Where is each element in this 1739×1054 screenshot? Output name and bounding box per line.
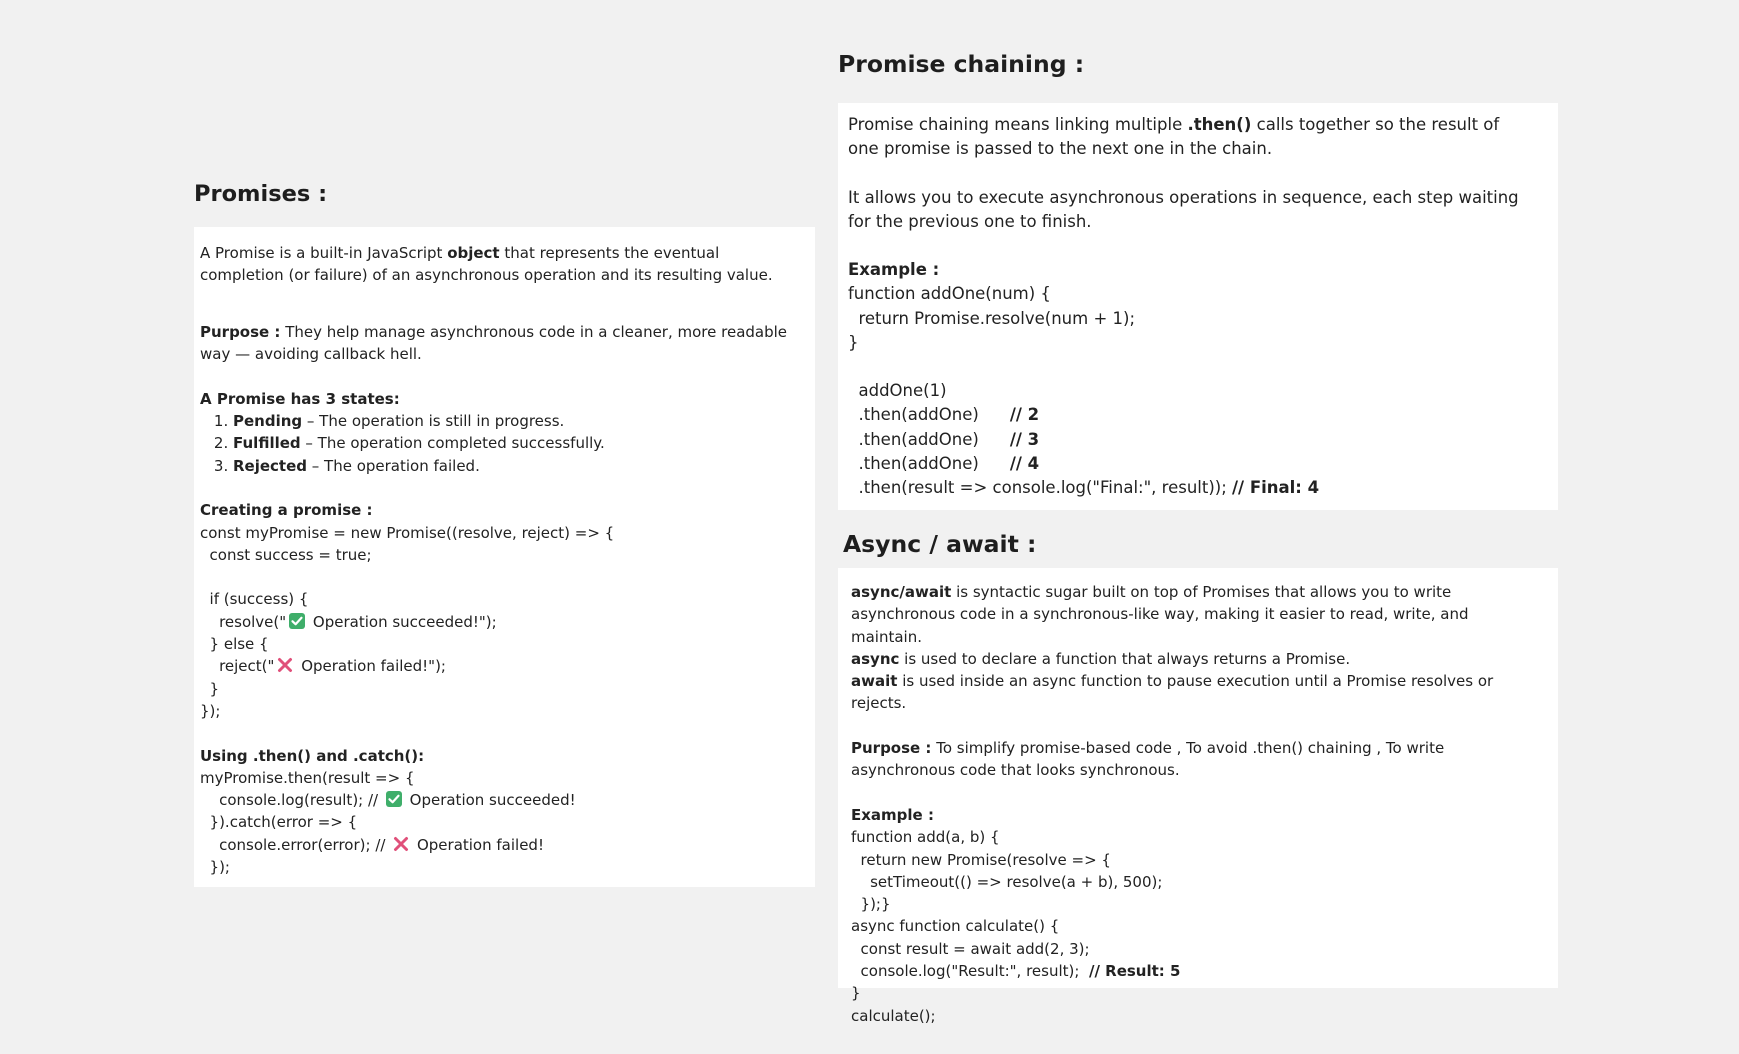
async-card: async/await is syntactic sugar built on … — [838, 568, 1558, 1025]
code-line: if (success) { — [200, 590, 309, 609]
code-line: calculate(); — [851, 1006, 936, 1025]
async-line-2: async is used to declare a function that… — [851, 649, 1351, 668]
code-line: async function calculate() { — [851, 917, 1060, 936]
creating-heading: Creating a promise : — [200, 501, 373, 520]
code-line: .then(result => console.log("Final:", re… — [848, 478, 1320, 497]
code-line: function add(a, b) { — [851, 828, 1000, 847]
code-line: const success = true; — [200, 545, 372, 564]
code-line: setTimeout(() => resolve(a + b), 500); — [851, 872, 1163, 891]
chaining-heading: Promise chaining : — [838, 50, 1085, 78]
chaining-p1: Promise chaining means linking multiple … — [848, 115, 1500, 159]
promises-card: A Promise is a built-in JavaScript objec… — [194, 227, 815, 887]
code-line: return Promise.resolve(num + 1); — [848, 308, 1136, 328]
async-example-label: Example : — [851, 805, 934, 824]
code-line: .then(addOne)// 4 — [848, 453, 1040, 473]
code-line: .then(addOne)// 3 — [848, 429, 1040, 449]
promises-purpose: Purpose : They help manage asynchronous … — [200, 321, 797, 366]
list-item: Rejected – The operation failed. — [233, 455, 797, 477]
async-heading: Async / await : — [843, 530, 1037, 558]
states-list: Pending – The operation is still in prog… — [200, 410, 797, 477]
purpose-label: Purpose : — [200, 322, 281, 341]
code-line: } — [848, 332, 859, 352]
code-line: reject(" Operation failed!"); — [200, 657, 446, 676]
code-line: }); — [200, 701, 221, 720]
chaining-example-label: Example : — [848, 260, 940, 280]
code-line: } — [200, 679, 220, 698]
code-line: });} — [851, 895, 891, 914]
code-line: myPromise.then(result => { — [200, 768, 415, 787]
code-line: }).catch(error => { — [200, 813, 358, 832]
list-item: Pending – The operation is still in prog… — [233, 410, 797, 432]
chaining-p2: It allows you to execute asynchronous op… — [848, 187, 1519, 231]
intro-bold: object — [447, 244, 500, 262]
code-line: .then(addOne)// 2 — [848, 405, 1040, 425]
code-line: console.log(result); // Operation succee… — [200, 791, 576, 810]
code-line: }); — [200, 858, 230, 877]
code-line: addOne(1) — [848, 381, 947, 401]
check-mark-icon — [385, 791, 402, 808]
promises-intro: A Promise is a built-in JavaScript objec… — [200, 242, 797, 287]
code-line: const result = await add(2, 3); — [851, 939, 1090, 958]
code-line: return new Promise(resolve => { — [851, 850, 1111, 869]
using-heading: Using .then() and .catch(): — [200, 746, 425, 765]
check-mark-icon — [289, 612, 306, 629]
cross-mark-icon — [393, 836, 409, 852]
chaining-card: Promise chaining means linking multiple … — [838, 103, 1558, 510]
purpose-text: They help manage asynchronous code in a … — [200, 322, 788, 364]
code-line: console.error(error); // Operation faile… — [200, 835, 544, 854]
async-line-3: await is used inside an async function t… — [851, 672, 1494, 713]
cross-mark-icon — [277, 657, 293, 673]
promises-heading: Promises : — [194, 181, 328, 207]
intro-text: A Promise is a built-in JavaScript — [200, 244, 448, 262]
code-line: } — [851, 984, 861, 1003]
code-line: resolve(" Operation succeeded!"); — [200, 612, 497, 631]
states-heading: A Promise has 3 states: — [200, 389, 400, 408]
async-line-1: async/await is syntactic sugar built on … — [851, 583, 1469, 646]
code-line: const myPromise = new Promise((resolve, … — [200, 523, 615, 542]
list-item: Fulfilled – The operation completed succ… — [233, 432, 797, 454]
code-line: console.log("Result:", result); // Resul… — [851, 962, 1181, 981]
async-purpose: Purpose : To simplify promise-based code… — [851, 739, 1445, 780]
code-line: } else { — [200, 635, 269, 654]
code-line: function addOne(num) { — [848, 284, 1051, 304]
